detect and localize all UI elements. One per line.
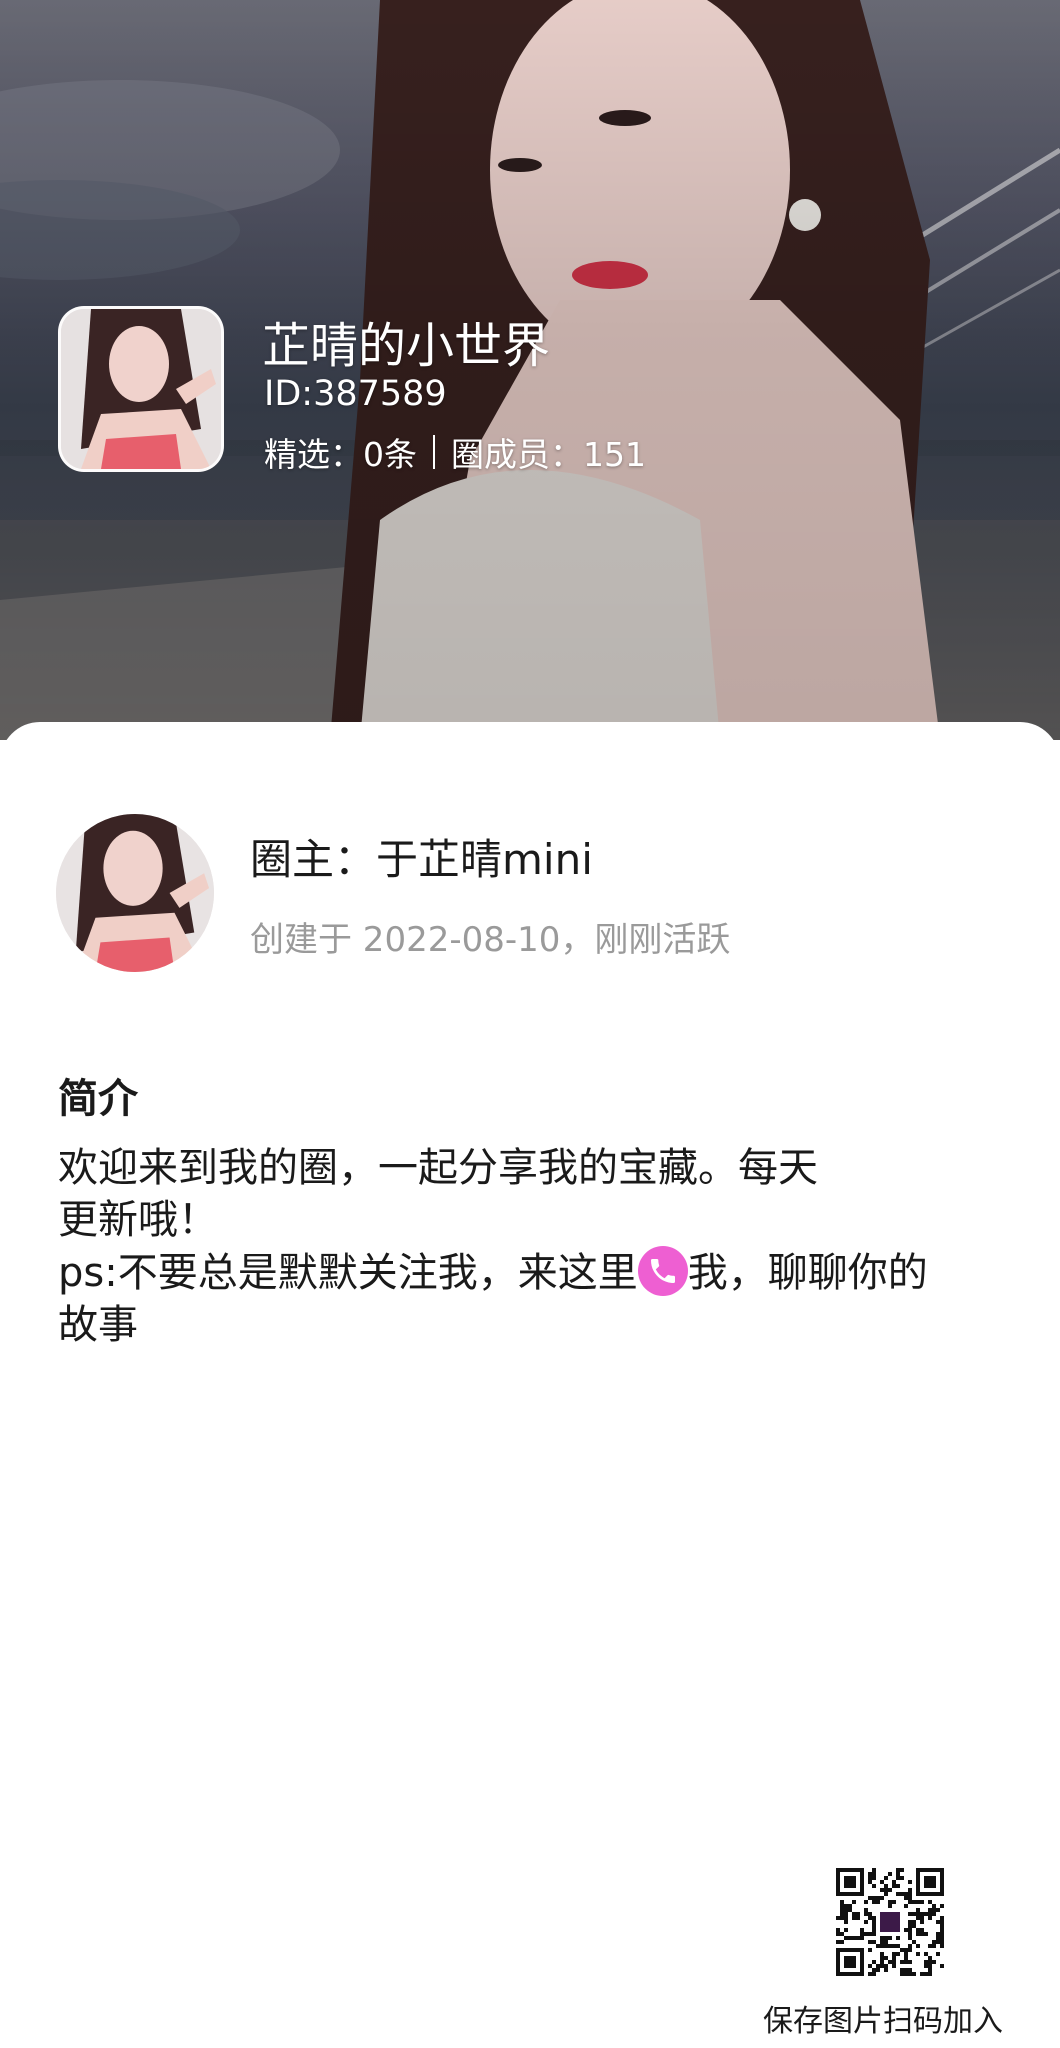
qr-code-image xyxy=(836,1868,944,1976)
intro-line-part: 我，聊聊你的 xyxy=(687,1250,928,1296)
intro-heading: 简介 xyxy=(58,1076,138,1122)
intro-line-part: ps:不要总是默默关注我，来这里 xyxy=(58,1250,638,1296)
circle-avatar-image xyxy=(61,309,221,469)
intro-line: ps:不要总是默默关注我，来这里 我，聊聊你的 xyxy=(58,1246,1018,1299)
circle-info-card: 圈主：于芷晴mini 创建于 2022-08-10，刚刚活跃 简介 欢迎来到我的… xyxy=(0,722,1060,2048)
qr-code[interactable] xyxy=(836,1868,944,1976)
intro-text: 欢迎来到我的圈，一起分享我的宝藏。每天 更新哦！ ps:不要总是默默关注我，来这… xyxy=(58,1142,1018,1351)
stats-divider xyxy=(433,435,435,469)
featured-count: 精选：0条 xyxy=(264,435,417,474)
owner-name[interactable]: 圈主：于芷晴mini xyxy=(250,826,593,887)
intro-line: 故事 xyxy=(58,1302,138,1348)
owner-avatar-image xyxy=(56,814,214,972)
owner-avatar[interactable] xyxy=(56,814,214,972)
circle-title: 芷晴的小世界 xyxy=(262,318,551,374)
circle-stats: 精选：0条 圈成员：151 xyxy=(264,428,646,476)
circle-avatar[interactable] xyxy=(58,306,224,472)
member-count[interactable]: 圈成员：151 xyxy=(451,428,646,476)
phone-icon xyxy=(637,1246,688,1296)
circle-id: ID:387589 xyxy=(264,374,447,414)
created-date: 创建于 2022-08-10，刚刚活跃 xyxy=(250,920,731,960)
header-cover: 芷晴的小世界 ID:387589 精选：0条 圈成员：151 xyxy=(0,0,1060,740)
qr-caption: 保存图片扫码加入 xyxy=(763,2004,1003,2039)
intro-line: 更新哦！ xyxy=(58,1197,218,1243)
intro-line: 欢迎来到我的圈，一起分享我的宝藏。每天 xyxy=(58,1145,818,1191)
